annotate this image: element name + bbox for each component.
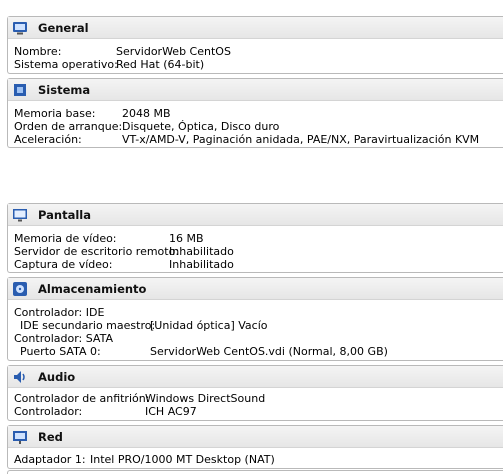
row-value: Intel PRO/1000 MT Desktop (NAT): [90, 453, 275, 466]
row-value: [Unidad óptica] Vacío: [150, 319, 268, 332]
section-red: Red Adaptador 1: Intel PRO/1000 MT Deskt…: [7, 425, 503, 469]
section-title: Pantalla: [38, 207, 91, 222]
section-audio: Audio Controlador de anfitrión: Windows …: [7, 365, 503, 421]
row-key: Puerto SATA 0:: [20, 345, 101, 358]
row-value: Inhabilitado: [169, 245, 234, 258]
section-title: General: [38, 20, 89, 35]
chip-icon: [14, 83, 26, 96]
row-value: Inhabilitado: [169, 258, 234, 271]
section-almacenamiento-header[interactable]: Almacenamiento: [8, 278, 503, 300]
row-key: Controlador: SATA: [14, 332, 113, 345]
section-sistema: Sistema Memoria base: 2048 MB Orden de a…: [7, 78, 503, 148]
row-key: Controlador de anfitrión:: [14, 392, 150, 405]
row-key: Servidor de escritorio remoto:: [14, 245, 180, 258]
section-title: Audio: [38, 369, 76, 384]
row-value: Red Hat (64-bit): [116, 58, 205, 71]
section-almacenamiento: Almacenamiento Controlador: IDE IDE secu…: [7, 277, 503, 361]
row-value: Windows DirectSound: [145, 392, 266, 405]
section-general: General Nombre: ServidorWeb CentOS Siste…: [7, 16, 503, 74]
row-key: Captura de vídeo:: [14, 258, 113, 271]
row-key: Memoria base:: [14, 107, 96, 120]
section-sistema-header[interactable]: Sistema: [8, 79, 503, 101]
row-key: Aceleración:: [14, 133, 82, 146]
disk-icon: [13, 281, 27, 296]
row-value: VT-x/AMD-V, Paginación anidada, PAE/NX, …: [122, 133, 480, 146]
row-key: Nombre:: [14, 45, 62, 58]
section-title: Sistema: [38, 82, 91, 97]
section-next-partial: [7, 470, 503, 474]
row-key: Controlador:: [14, 405, 83, 418]
row-value: ServidorWeb CentOS.vdi (Normal, 8,00 GB): [150, 345, 388, 358]
section-pantalla: Pantalla Memoria de vídeo: 16 MB Servido…: [7, 203, 503, 273]
network-icon: [13, 430, 27, 444]
row-key: Orden de arranque:: [14, 120, 123, 133]
row-key: IDE secundario maestro:: [20, 319, 156, 332]
row-value: ServidorWeb CentOS: [116, 45, 231, 58]
row-value: ICH AC97: [145, 405, 197, 418]
row-key: Memoria de vídeo:: [14, 232, 117, 245]
speaker-icon: [14, 370, 25, 383]
row-key: Sistema operativo:: [14, 58, 118, 71]
row-key: Adaptador 1:: [14, 453, 86, 466]
row-key: Controlador: IDE: [14, 306, 105, 319]
monitor-icon: [13, 21, 27, 34]
display-icon: [13, 208, 27, 221]
section-title: Red: [38, 429, 63, 444]
row-value: Disquete, Óptica, Disco duro: [122, 120, 280, 133]
row-value: 16 MB: [169, 232, 204, 245]
section-general-header[interactable]: General: [8, 17, 503, 39]
section-title: Almacenamiento: [38, 281, 147, 296]
section-red-header[interactable]: Red: [8, 426, 503, 448]
section-pantalla-header[interactable]: Pantalla: [8, 204, 503, 226]
section-audio-header[interactable]: Audio: [8, 366, 503, 388]
row-value: 2048 MB: [122, 107, 171, 120]
